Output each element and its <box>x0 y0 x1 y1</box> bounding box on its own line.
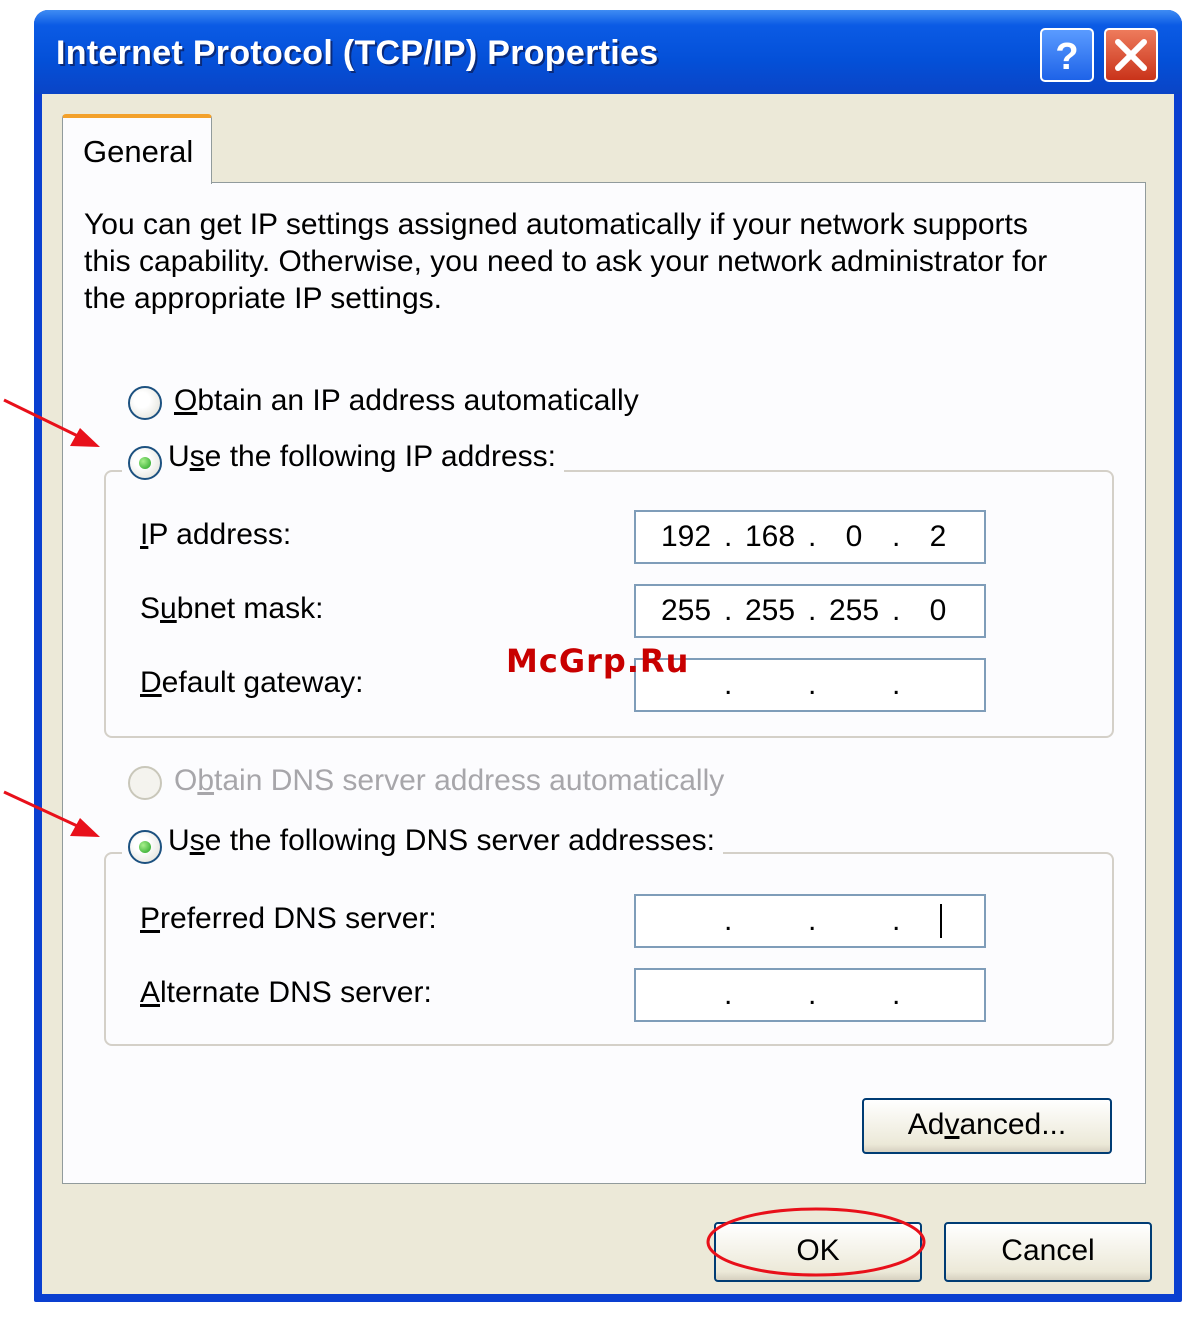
arrow-to-dns-option <box>3 790 100 837</box>
annotation-overlay <box>3 398 926 1277</box>
tab-general[interactable]: General <box>62 114 212 184</box>
tab-general-label: General <box>83 134 194 169</box>
ok-highlight-ellipse <box>706 1207 926 1277</box>
arrow-to-ip-option <box>3 398 100 447</box>
